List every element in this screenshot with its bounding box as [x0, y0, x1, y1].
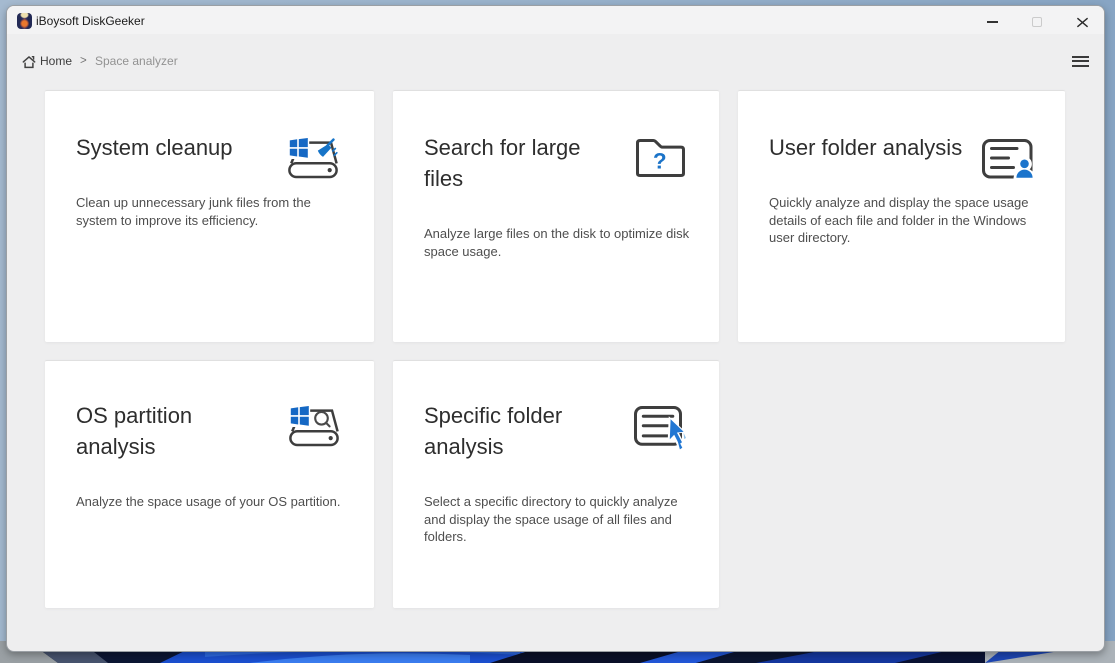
svg-text:?: ? [653, 149, 667, 174]
